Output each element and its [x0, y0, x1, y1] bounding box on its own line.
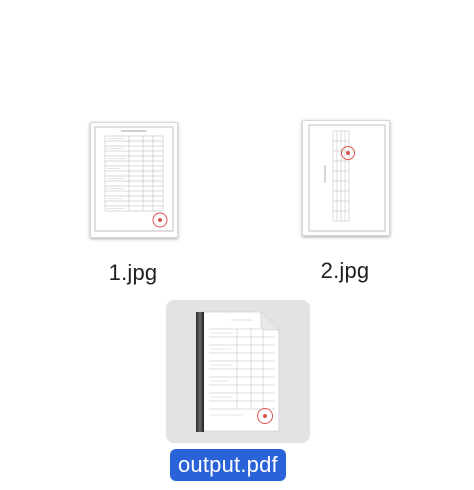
image-thumbnail-icon[interactable]	[302, 120, 390, 236]
document-preview	[94, 126, 174, 232]
pdf-preview	[196, 311, 280, 432]
document-preview	[308, 124, 386, 232]
file-name-label[interactable]: 1.jpg	[93, 260, 173, 286]
image-thumbnail-icon[interactable]	[90, 122, 178, 238]
finder-icon-view: 1.jpg 2.jpg output.pdf	[0, 0, 474, 490]
pdf-document-icon[interactable]	[193, 311, 280, 433]
file-name-label[interactable]: 2.jpg	[305, 258, 385, 284]
file-name-label[interactable]: output.pdf	[170, 449, 286, 481]
